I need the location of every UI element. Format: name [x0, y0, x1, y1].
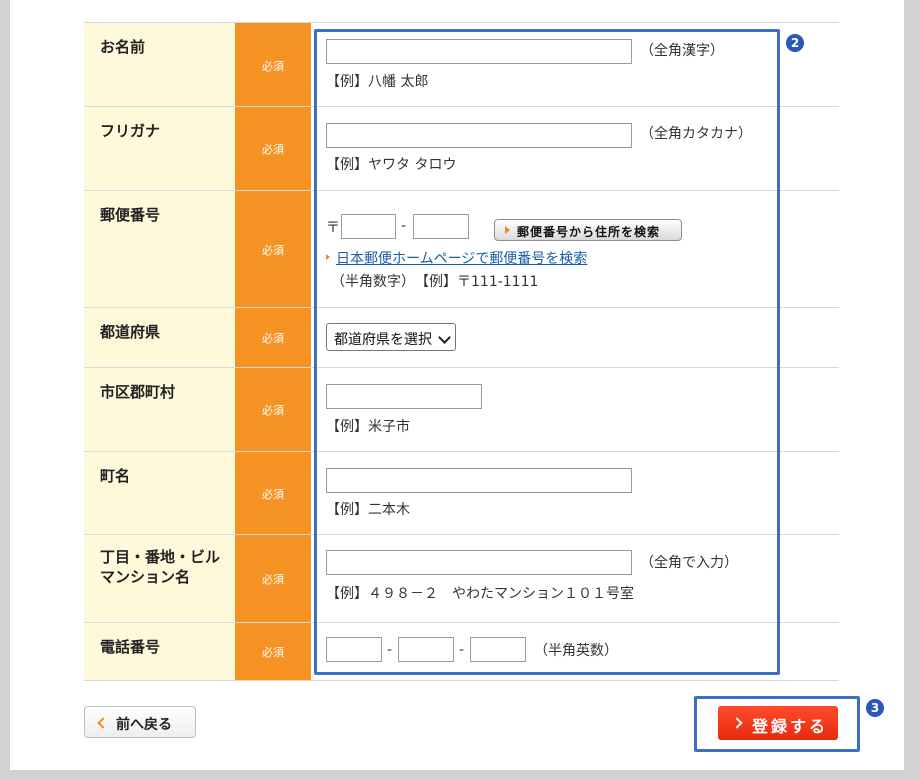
- annotation-badge-3: 3: [866, 699, 884, 717]
- required-cell: 必須: [235, 535, 311, 622]
- required-cell: 必須: [235, 308, 311, 367]
- field-label-address: 丁目・番地・ビル マンション名: [100, 547, 220, 587]
- required-cell: 必須: [235, 23, 311, 106]
- register-button-label: 登録する: [752, 717, 829, 736]
- required-badge: 必須: [262, 488, 284, 501]
- field-label-kana: フリガナ: [100, 122, 161, 140]
- label-cell-city: 市区郡町村: [84, 368, 235, 451]
- field-label-name: お名前: [100, 38, 146, 56]
- label-cell-name: お名前: [84, 23, 235, 106]
- back-button-label: 前へ戻る: [116, 717, 172, 733]
- label-cell-prefecture: 都道府県: [84, 308, 235, 367]
- required-badge: 必須: [262, 332, 284, 345]
- label-cell-postal: 郵便番号: [84, 191, 235, 307]
- row-divider: [84, 680, 839, 681]
- back-button[interactable]: 前へ戻る: [84, 706, 196, 738]
- required-badge: 必須: [262, 573, 284, 586]
- required-badge: 必須: [262, 244, 284, 257]
- chevron-left-icon: [97, 717, 109, 729]
- field-label-address-line2: マンション名: [100, 568, 191, 586]
- required-badge: 必須: [262, 60, 284, 73]
- required-badge: 必須: [262, 404, 284, 417]
- label-cell-address: 丁目・番地・ビル マンション名: [84, 535, 235, 622]
- label-cell-kana: フリガナ: [84, 107, 235, 190]
- field-label-postal: 郵便番号: [100, 206, 161, 224]
- required-cell: 必須: [235, 623, 311, 680]
- required-cell: 必須: [235, 368, 311, 451]
- required-cell: 必須: [235, 191, 311, 307]
- chevron-right-icon: [731, 717, 743, 729]
- field-label-town: 町名: [100, 467, 131, 485]
- label-cell-phone: 電話番号: [84, 623, 235, 680]
- required-cell: 必須: [235, 452, 311, 534]
- field-label-prefecture: 都道府県: [100, 323, 161, 341]
- required-cell: 必須: [235, 107, 311, 190]
- annotation-badge-2: 2: [786, 34, 804, 52]
- required-badge: 必須: [262, 646, 284, 659]
- field-label-address-line1: 丁目・番地・ビル: [100, 548, 221, 566]
- field-label-city: 市区郡町村: [100, 383, 176, 401]
- highlight-box-form-fields: [314, 29, 780, 675]
- register-button[interactable]: 登録する: [718, 706, 838, 740]
- required-badge: 必須: [262, 143, 284, 156]
- label-cell-town: 町名: [84, 452, 235, 534]
- field-label-phone: 電話番号: [100, 638, 161, 656]
